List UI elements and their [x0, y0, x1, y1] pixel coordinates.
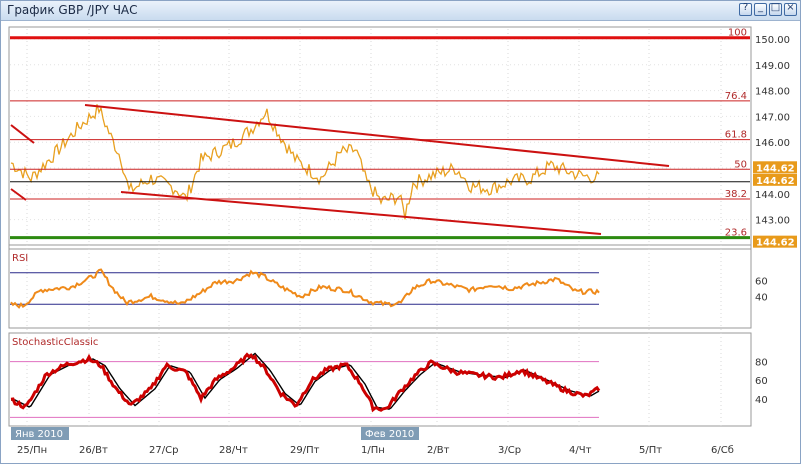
close-button[interactable]: × — [784, 2, 797, 16]
rsi-label: RSI — [12, 253, 28, 264]
maximize-icon: □ — [770, 2, 781, 13]
price-axis-tick: 149.00 — [755, 61, 790, 72]
rsi-axis-tick: 60 — [755, 277, 768, 288]
maximize-button[interactable]: □ — [769, 2, 782, 16]
date-tag-label: Фев 2010 — [365, 429, 414, 440]
title-bar[interactable]: График GBP /JPY ЧАС ? _ □ × — [1, 1, 800, 21]
price-axis-tick: 146.00 — [755, 138, 790, 149]
stochastic-panel[interactable] — [8, 332, 752, 427]
rsi-axis-tick: 40 — [755, 292, 768, 303]
price-tag-label: 144.62 — [756, 163, 795, 174]
price-axis-tick: 148.00 — [755, 87, 790, 98]
x-axis-label: 29/Пт — [290, 445, 320, 456]
x-axis-label: 3/Ср — [498, 445, 521, 456]
x-axis-label: 4/Чт — [569, 445, 592, 456]
stochastic-axis-tick: 80 — [755, 358, 768, 369]
date-tag-label: Янв 2010 — [15, 429, 63, 440]
x-axis-label: 28/Чт — [219, 445, 248, 456]
x-axis-label: 1/Пн — [361, 445, 385, 456]
minimize-icon: _ — [758, 2, 763, 13]
price-axis-tick: 150.00 — [755, 35, 790, 46]
window-title: График GBP /JPY ЧАС — [7, 3, 138, 17]
chart-window: График GBP /JPY ЧАС ? _ □ × 100 76.4 61.8 5… — [0, 0, 801, 464]
fib-level-label: 23.6 — [725, 228, 747, 239]
x-axis-label: 25/Пн — [17, 445, 47, 456]
price-tag-label: 144.62 — [756, 238, 795, 249]
chart-area[interactable]: 100 76.4 61.8 50 38.2 23.6 150.00 149.00 148.00… — [1, 21, 800, 463]
fib-level-label: 50 — [734, 159, 747, 170]
price-tag-label: 144.62 — [756, 176, 795, 187]
rsi-panel[interactable] — [8, 248, 752, 329]
x-axis-label: 27/Ср — [149, 445, 178, 456]
question-icon: ? — [742, 2, 749, 13]
help-button[interactable]: ? — [739, 2, 752, 16]
stochastic-axis-tick: 40 — [755, 395, 768, 406]
minimize-button[interactable]: _ — [754, 2, 767, 16]
price-axis-tick: 143.00 — [755, 216, 790, 227]
x-axis-label: 6/Сб — [711, 445, 734, 456]
fib-level-label: 38.2 — [725, 189, 747, 200]
fib-level-label: 61.8 — [725, 130, 747, 141]
stochastic-label: StochasticClassic — [12, 337, 98, 348]
stochastic-axis-tick: 60 — [755, 376, 768, 387]
price-axis-tick: 147.00 — [755, 112, 790, 123]
fib-level-label: 76.4 — [725, 91, 747, 102]
close-icon: × — [786, 2, 795, 13]
x-axis-label: 5/Пт — [639, 445, 662, 456]
price-axis-tick: 144.00 — [755, 190, 790, 201]
x-axis-label: 2/Вт — [427, 445, 450, 456]
fib-level-label: 100 — [728, 28, 747, 39]
x-axis-label: 26/Вт — [79, 445, 108, 456]
